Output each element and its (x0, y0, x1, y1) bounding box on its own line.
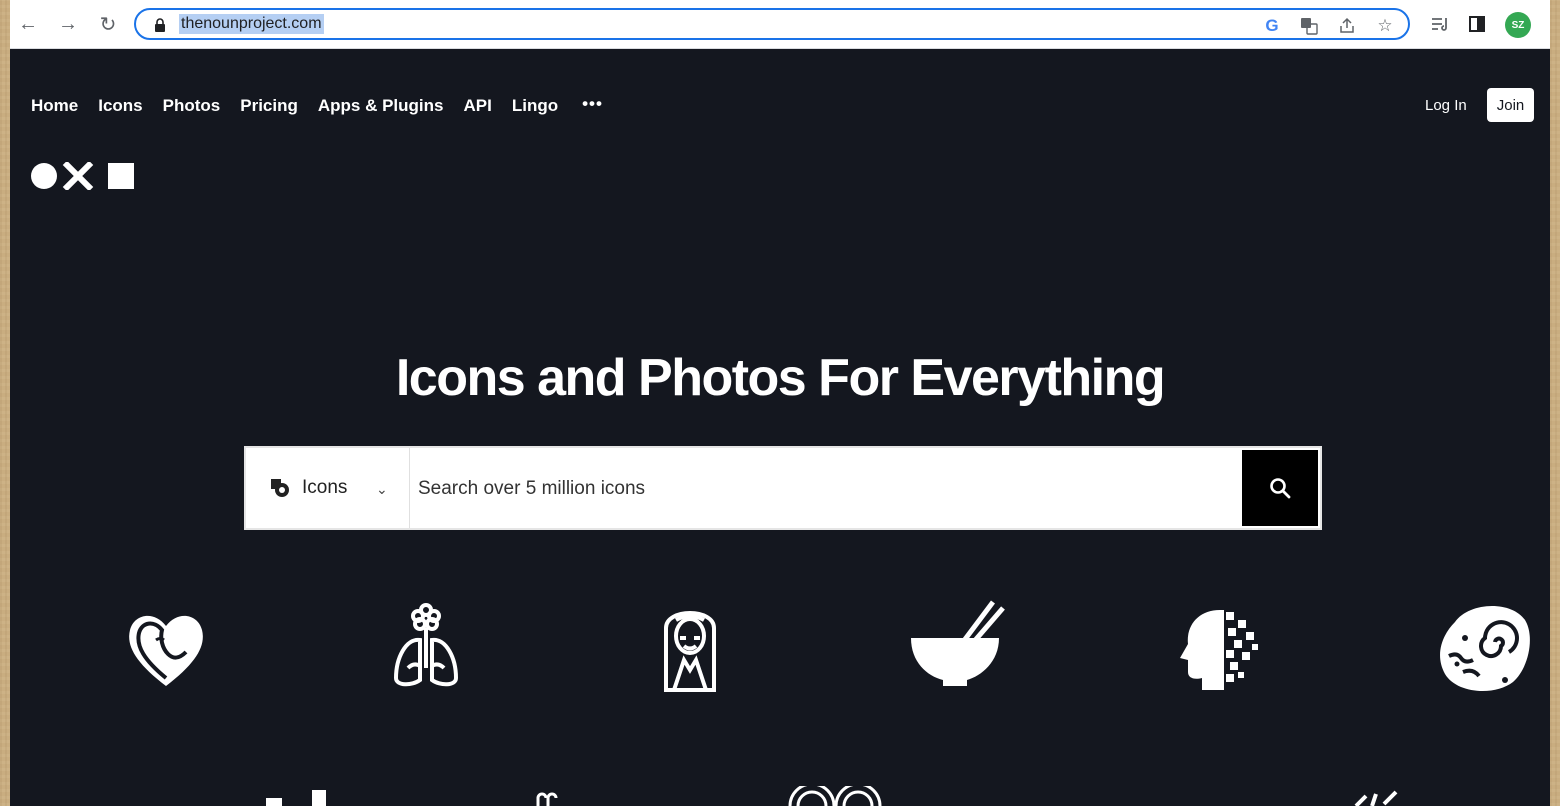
join-button[interactable]: Join (1487, 88, 1534, 122)
google-icon[interactable]: G (1261, 15, 1283, 37)
url-text[interactable]: thenounproject.com (179, 14, 324, 34)
forward-arrow-icon[interactable]: → (54, 10, 82, 38)
hooded-woman-icon[interactable] (640, 598, 740, 698)
heart-face-icon[interactable] (116, 598, 216, 698)
search-input[interactable] (416, 468, 1230, 510)
more-menu-icon[interactable]: ••• (582, 95, 603, 117)
pixel-head-icon[interactable] (1170, 598, 1270, 698)
chevron-down-icon: ⌄ (376, 481, 388, 497)
login-link[interactable]: Log In (1425, 97, 1467, 115)
hero-title: Icons and Photos For Everything (395, 349, 1166, 407)
spiral-cell-icon[interactable] (1435, 598, 1535, 698)
search-icon (1270, 478, 1291, 499)
search-type-label: Icons (302, 477, 348, 498)
flower-lungs-icon[interactable] (376, 598, 476, 698)
nav-apps-plugins[interactable]: Apps & Plugins (318, 95, 444, 117)
site-nav: Home Icons Photos Pricing Apps & Plugins… (31, 95, 603, 117)
partial-icon-bottom-1 (266, 790, 326, 806)
reload-icon[interactable]: ↻ (94, 10, 122, 38)
profile-avatar[interactable]: SZ (1505, 12, 1531, 38)
share-icon[interactable] (1336, 15, 1358, 37)
partial-icon-bottom-4 (1354, 790, 1398, 806)
nav-lingo[interactable]: Lingo (512, 95, 558, 117)
nav-home[interactable]: Home (31, 95, 78, 117)
search-type-dropdown[interactable]: Icons ⌄ (246, 448, 410, 528)
nav-photos[interactable]: Photos (163, 95, 221, 117)
lock-icon[interactable] (154, 18, 166, 32)
search-bar: Icons ⌄ (244, 446, 1322, 530)
nav-api[interactable]: API (464, 95, 492, 117)
star-icon[interactable]: ☆ (1374, 15, 1396, 37)
back-arrow-icon[interactable]: ← (14, 10, 42, 38)
icons-category-icon (271, 479, 289, 497)
noun-project-logo[interactable] (31, 162, 136, 190)
address-bar[interactable]: thenounproject.com G ☆ (134, 8, 1410, 40)
browser-toolbar: ← → ↻ thenounproject.com G ☆ SZ (10, 0, 1550, 49)
search-button[interactable] (1242, 450, 1318, 526)
side-panel-icon[interactable] (1465, 12, 1489, 36)
partial-icon-bottom-2 (536, 792, 558, 806)
nav-pricing[interactable]: Pricing (240, 95, 298, 117)
nav-icons[interactable]: Icons (98, 95, 142, 117)
browser-window: ← → ↻ thenounproject.com G ☆ SZ Home Ico… (10, 0, 1550, 806)
reading-list-icon[interactable] (1428, 12, 1452, 36)
partial-icon-bottom-3 (788, 786, 882, 806)
translate-icon[interactable] (1298, 15, 1320, 37)
bowl-chopsticks-icon[interactable] (905, 598, 1005, 698)
